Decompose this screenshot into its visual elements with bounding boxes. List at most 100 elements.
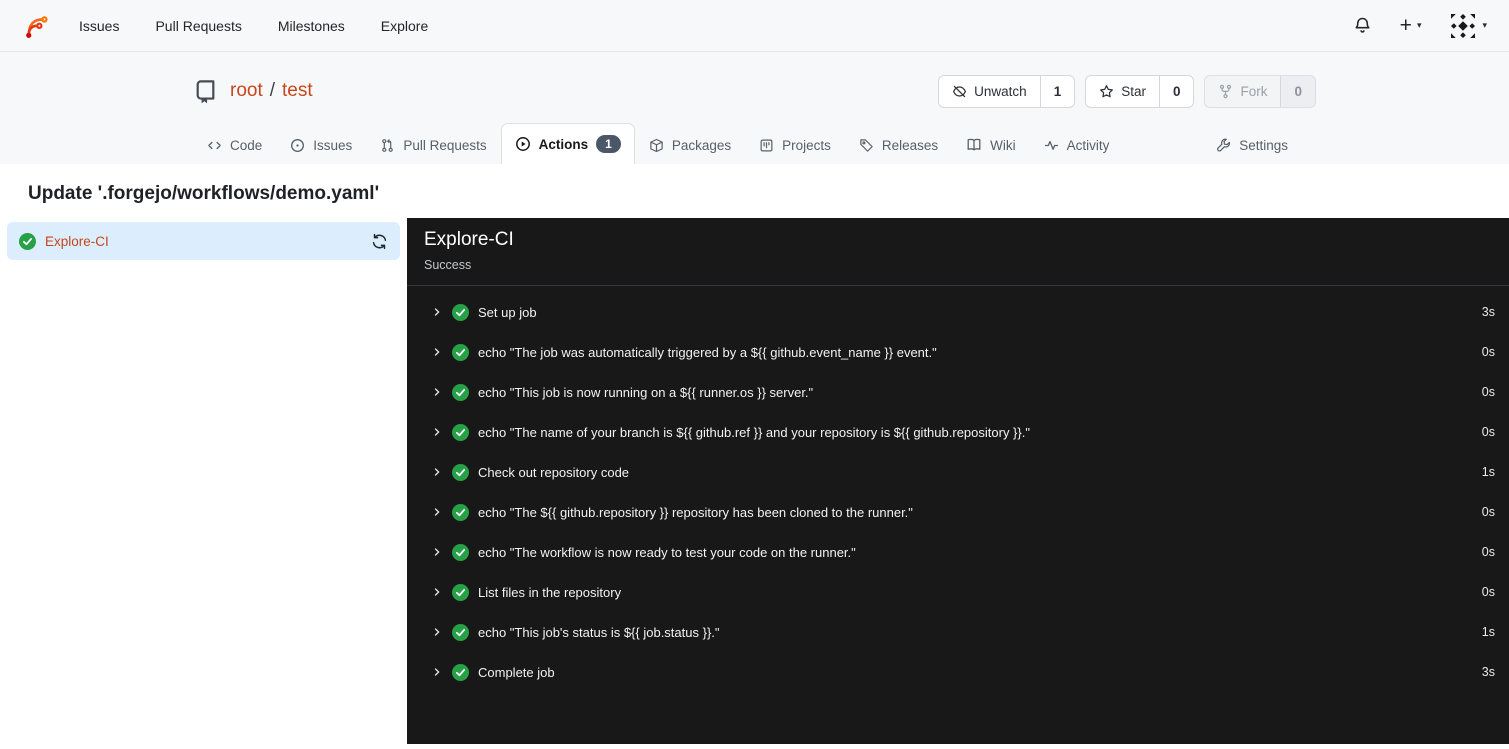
fork-label: Fork — [1240, 83, 1268, 99]
step-duration: 0s — [1481, 545, 1495, 559]
success-check-icon — [19, 232, 36, 250]
tab-wiki[interactable]: Wiki — [952, 125, 1030, 164]
success-check-icon — [452, 463, 469, 481]
plus-icon: + — [1399, 14, 1412, 37]
step-row[interactable]: echo "The job was automatically triggere… — [407, 332, 1509, 372]
chevron-right-icon — [431, 586, 443, 598]
watchers-count[interactable]: 1 — [1039, 75, 1075, 107]
job-name: Explore-CI — [45, 233, 109, 249]
tab-releases[interactable]: Releases — [845, 126, 952, 164]
step-duration: 1s — [1481, 465, 1495, 479]
notifications-bell-icon[interactable] — [1353, 16, 1372, 35]
chevron-right-icon — [431, 426, 443, 438]
refresh-icon[interactable] — [371, 233, 388, 250]
repo-tab-bar: Code Issues Pull Requests Actions 1 Pack… — [193, 123, 1316, 164]
user-menu-dropdown[interactable]: ▾ — [1449, 12, 1487, 40]
step-label: Set up job — [478, 304, 537, 320]
tab-label: Settings — [1239, 138, 1288, 153]
tab-label: Activity — [1066, 138, 1110, 153]
star-label: Star — [1121, 83, 1146, 99]
pull-request-icon — [380, 138, 395, 153]
issue-circle-icon — [290, 138, 305, 153]
nav-item-milestones[interactable]: Milestones — [278, 18, 345, 34]
jobs-sidebar: Explore-CI — [0, 218, 407, 744]
tab-settings[interactable]: Settings — [1202, 126, 1302, 164]
pulse-icon — [1044, 138, 1059, 153]
step-label: echo "The ${{ github.repository }} repos… — [478, 504, 913, 520]
tab-label: Projects — [782, 138, 831, 153]
chevron-down-icon: ▾ — [1416, 20, 1422, 30]
step-row[interactable]: echo "The workflow is now ready to test … — [407, 532, 1509, 572]
chevron-right-icon — [431, 386, 443, 398]
top-navbar: Issues Pull Requests Milestones Explore … — [0, 0, 1509, 52]
job-status-text: Success — [424, 258, 472, 272]
step-label: echo "The job was automatically triggere… — [478, 344, 937, 360]
tab-actions[interactable]: Actions 1 — [500, 123, 635, 164]
fork-button[interactable]: Fork — [1205, 76, 1280, 107]
repo-name-link[interactable]: test — [282, 80, 313, 102]
success-check-icon — [452, 623, 469, 641]
nav-item-explore[interactable]: Explore — [381, 18, 428, 34]
step-label: Complete job — [478, 664, 555, 680]
job-title: Explore-CI — [424, 229, 514, 250]
workflow-run-title: Update '.forgejo/workflows/demo.yaml' — [28, 183, 380, 204]
step-label: List files in the repository — [478, 584, 622, 600]
code-icon — [207, 138, 222, 153]
open-book-icon — [966, 137, 982, 153]
project-board-icon — [759, 138, 774, 153]
nav-item-issues[interactable]: Issues — [79, 18, 119, 34]
tab-label: Pull Requests — [403, 138, 487, 153]
tag-icon — [859, 138, 874, 153]
chevron-right-icon — [431, 466, 443, 478]
tab-label: Actions — [538, 136, 589, 152]
nav-item-pull-requests[interactable]: Pull Requests — [155, 18, 241, 34]
step-row[interactable]: List files in the repository 0s — [407, 572, 1509, 612]
unwatch-button[interactable]: Unwatch — [939, 76, 1040, 107]
step-duration: 0s — [1481, 425, 1495, 439]
navbar-menu: Issues Pull Requests Milestones Explore — [79, 18, 428, 34]
forks-count[interactable]: 0 — [1280, 75, 1315, 107]
job-log-header: Explore-CI Success — [407, 218, 1509, 286]
step-label: echo "The workflow is now ready to test … — [478, 544, 856, 560]
repo-breadcrumb: root / test — [230, 80, 313, 102]
step-duration: 0s — [1481, 585, 1495, 599]
step-row[interactable]: echo "The ${{ github.repository }} repos… — [407, 492, 1509, 532]
step-row[interactable]: Set up job 3s — [407, 292, 1509, 332]
step-row[interactable]: echo "The name of your branch is ${{ git… — [407, 412, 1509, 452]
step-row[interactable]: Check out repository code 1s — [407, 452, 1509, 492]
step-duration: 3s — [1481, 665, 1495, 679]
unwatch-label: Unwatch — [974, 83, 1027, 99]
step-label: echo "The name of your branch is ${{ git… — [478, 424, 1030, 440]
forgejo-logo-icon[interactable] — [22, 12, 49, 39]
step-duration: 0s — [1481, 345, 1495, 359]
chevron-right-icon — [431, 546, 443, 558]
tab-activity[interactable]: Activity — [1030, 126, 1124, 164]
step-row[interactable]: echo "This job's status is ${{ job.statu… — [407, 612, 1509, 652]
tab-code[interactable]: Code — [193, 126, 276, 164]
wrench-icon — [1216, 138, 1231, 153]
repo-book-icon — [193, 79, 218, 104]
star-button[interactable]: Star — [1086, 76, 1159, 107]
success-check-icon — [452, 663, 469, 681]
tab-pull-requests[interactable]: Pull Requests — [366, 126, 500, 164]
job-list-item-explore-ci[interactable]: Explore-CI — [7, 222, 400, 260]
chevron-right-icon — [431, 626, 443, 638]
repo-owner-link[interactable]: root — [230, 80, 263, 102]
tab-label: Issues — [313, 138, 353, 153]
stars-count[interactable]: 0 — [1158, 75, 1194, 107]
repo-action-buttons: Unwatch 1 Star 0 Fork 0 — [938, 74, 1316, 108]
step-row[interactable]: Complete job 3s — [407, 652, 1509, 692]
tab-packages[interactable]: Packages — [635, 126, 745, 164]
success-check-icon — [452, 343, 469, 361]
create-new-dropdown[interactable]: + ▾ — [1400, 15, 1422, 36]
star-button-group: Star 0 — [1085, 74, 1195, 108]
step-row[interactable]: echo "This job is now running on a ${{ r… — [407, 372, 1509, 412]
fork-button-group: Fork 0 — [1204, 74, 1316, 108]
step-list: Set up job 3s echo "The job was automati… — [407, 286, 1509, 692]
chevron-right-icon — [431, 666, 443, 678]
step-label: Check out repository code — [478, 464, 630, 480]
tab-issues[interactable]: Issues — [276, 126, 366, 164]
step-label: echo "This job is now running on a ${{ r… — [478, 384, 814, 400]
tab-label: Wiki — [990, 137, 1016, 153]
tab-projects[interactable]: Projects — [745, 126, 845, 164]
